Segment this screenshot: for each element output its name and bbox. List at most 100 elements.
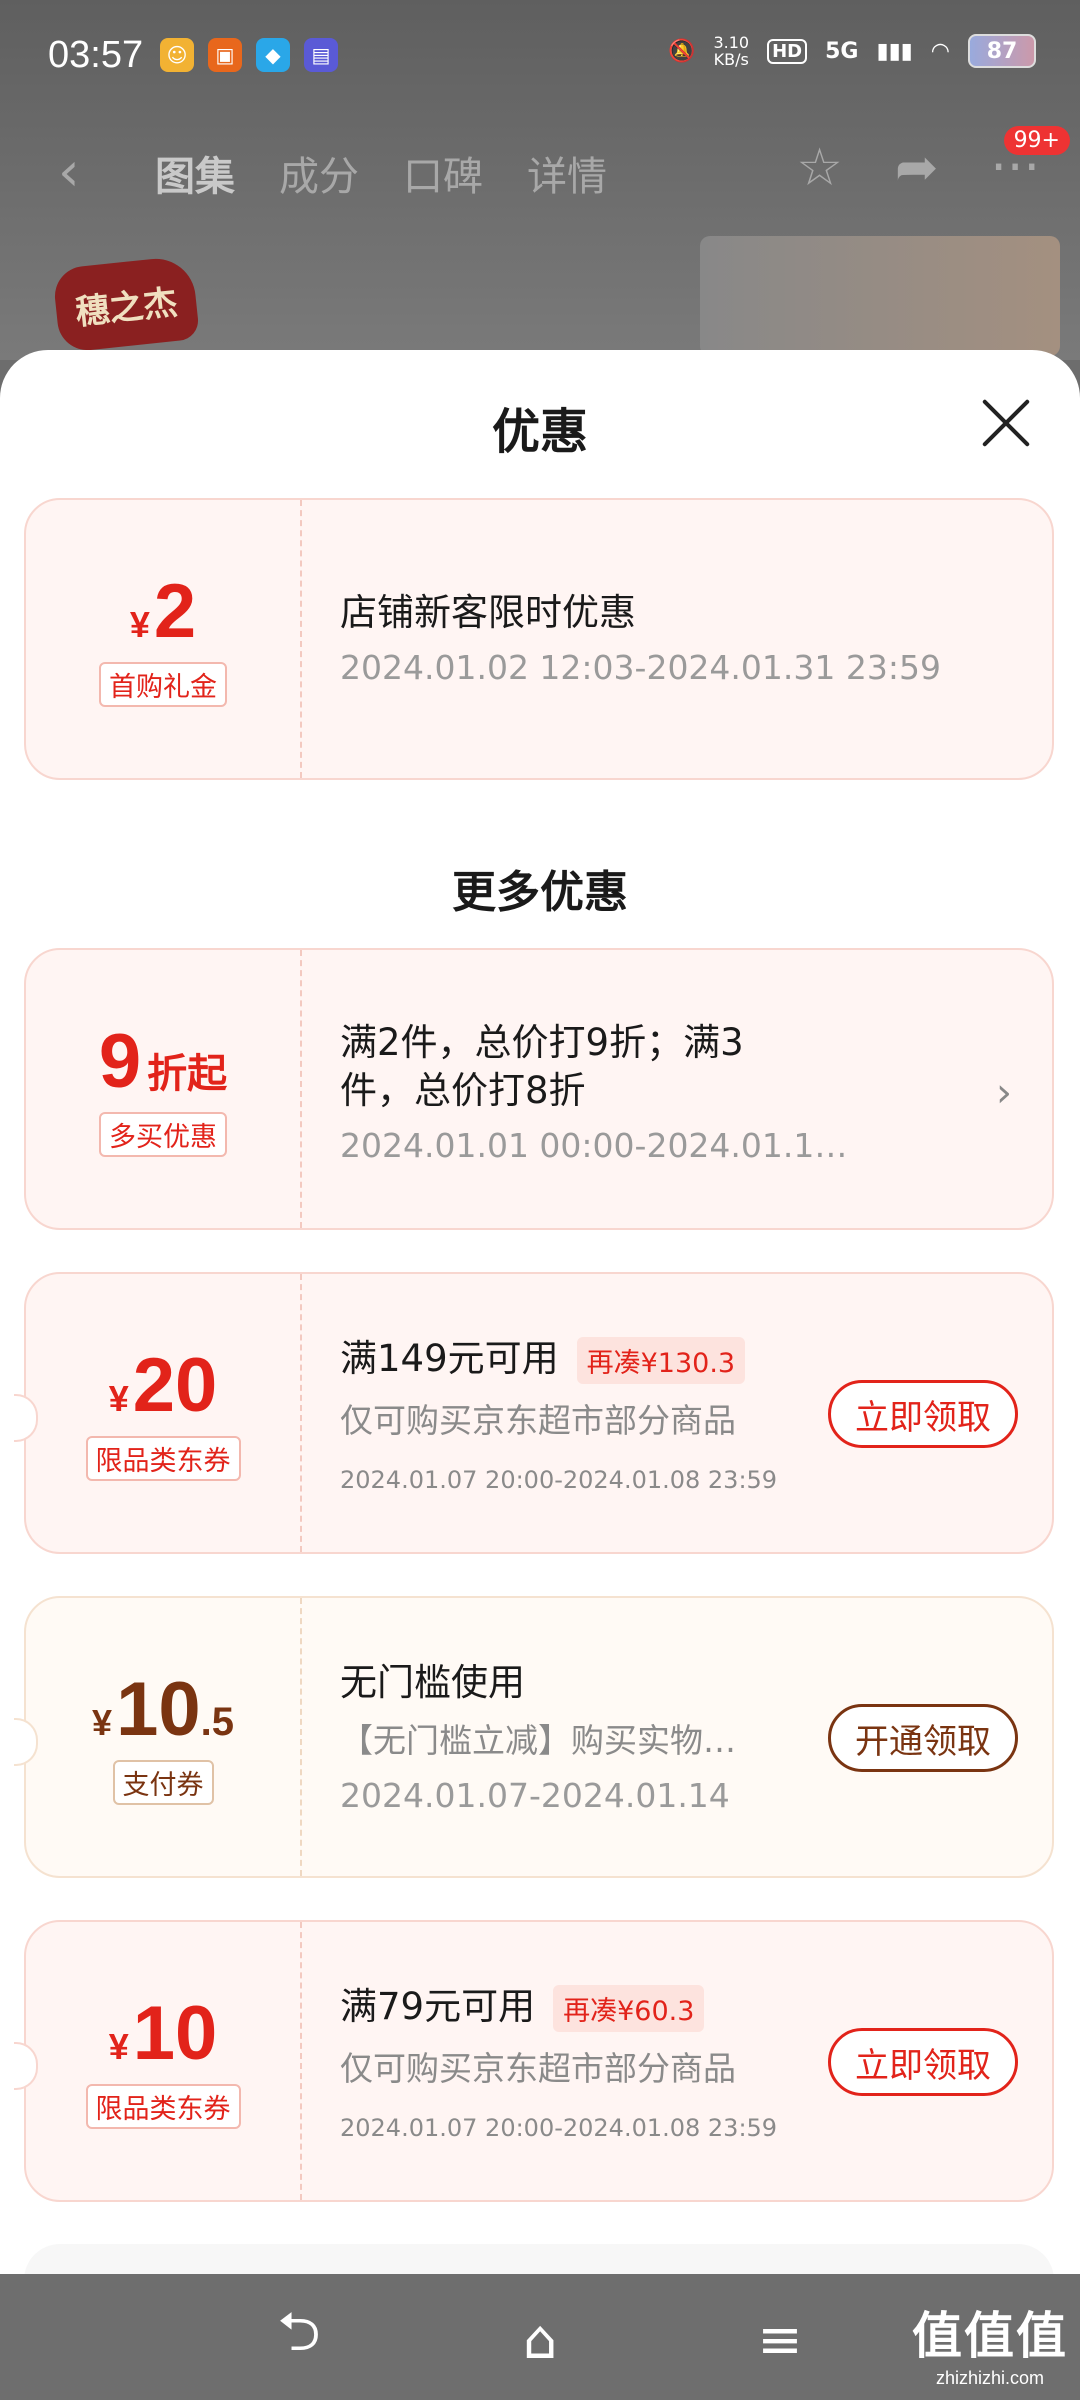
claim-button[interactable]: 立即领取	[828, 2028, 1018, 2096]
coupon-subtitle: 仅可购买京东超市部分商品	[340, 2049, 736, 2088]
coupon-value: ¥ 20 限品类东券	[26, 1274, 300, 1552]
system-menu-icon[interactable]: ≡	[745, 2304, 815, 2374]
app-notification-icon: ☺	[160, 38, 194, 72]
coupon-title-row: 满149元可用 再凑¥130.3	[340, 1328, 746, 1384]
coupon-value: ¥ 10 限品类东券	[26, 1922, 300, 2200]
yen-symbol: ¥	[129, 603, 150, 645]
network-speed-value: 3.10	[713, 33, 750, 52]
product-tabs: 图集 成分 口碑 详情	[155, 144, 607, 202]
qq-icon: ◆	[256, 38, 290, 72]
wifi-icon: ◠	[930, 38, 950, 64]
activate-claim-button[interactable]: 开通领取	[828, 1704, 1018, 1772]
coupon-title: 店铺新客限时优惠	[340, 591, 636, 634]
coupon-subtitle: 仅可购买京东超市部分商品	[340, 1401, 736, 1440]
coupon-card: ¥ 10 限品类东券 满79元可用 再凑¥60.3 仅可购买京东超市部分商品 20…	[14, 1920, 1054, 2202]
favorite-star-icon[interactable]: ☆	[796, 138, 843, 198]
coupon-type-tag: 首购礼金	[99, 661, 227, 707]
coupon-divider	[300, 1598, 302, 1876]
tab-gallery[interactable]: 图集	[155, 144, 235, 202]
coupon-title: 满79元可用	[340, 1985, 536, 2028]
coupon-type-tag: 限品类东券	[85, 1435, 241, 1481]
brand-logo: 穗之杰	[51, 254, 201, 354]
status-indicators: 🔕 3.10 KB/s HD 5G ▮▮▮ ◠ 87	[668, 34, 1036, 68]
coupon-date: 2024.01.07-2024.01.14	[340, 1776, 730, 1815]
coupon-amount: 9 折起	[98, 1018, 228, 1104]
chevron-right-icon[interactable]: ›	[996, 1070, 1012, 1116]
coupon-title-row: 满79元可用 再凑¥60.3	[340, 1976, 705, 2032]
amount-number: 2	[153, 568, 197, 654]
signal-bars-icon: ▮▮▮	[876, 38, 913, 64]
amount-number: 10	[132, 1990, 218, 2076]
close-button[interactable]	[978, 396, 1032, 450]
coupon-type-tag: 支付券	[112, 1759, 214, 1805]
coupon-type-tag: 限品类东券	[85, 2083, 241, 2129]
coupon-value: 9 折起 多买优惠	[26, 950, 300, 1228]
coupon-title-line1: 满2件，总价打9折；满3	[340, 1021, 744, 1064]
amount-number: 9	[98, 1018, 142, 1104]
coupon-value: ¥ 10 .5 支付券	[26, 1598, 300, 1876]
coupon-amount: ¥ 20	[108, 1342, 218, 1428]
coupon-card: ¥ 10 .5 支付券 无门槛使用 【无门槛立减】购买实物… 2024.01.0…	[14, 1596, 1054, 1878]
sheet-title: 优惠	[491, 404, 588, 460]
discount-sheet: 优惠 ¥ 2 首购礼金 店铺新客限时优惠 2024.01.02 12:03-20…	[0, 350, 1080, 2274]
coupon-value: ¥ 2 首购礼金	[26, 500, 300, 778]
claim-button[interactable]: 立即领取	[828, 1380, 1018, 1448]
system-nav-bar: ⮌ ⌂ ≡ 值值值 zhizhizhi.com	[0, 2274, 1080, 2400]
coupon-amount: ¥ 2	[129, 568, 197, 654]
yen-symbol: ¥	[108, 2025, 129, 2067]
notification-icons: ☺ ▣ ◆ ▤	[160, 38, 338, 72]
coupon-info: 满2件，总价打9折；满3 件，总价打8折 2024.01.01 00:00-20…	[340, 950, 1052, 1228]
next-coupon-card-partial	[24, 2244, 1054, 2274]
watermark: 值值值 zhizhizhi.com	[912, 2296, 1068, 2389]
coupon-date: 2024.01.07 20:00-2024.01.08 23:59	[340, 1466, 778, 1494]
amount-number: 20	[132, 1342, 218, 1428]
coupon-divider	[300, 500, 302, 778]
status-bar: 03:57 ☺ ▣ ◆ ▤ 🔕 3.10 KB/s HD 5G ▮▮▮ ◠ 87	[0, 0, 1080, 110]
more-badge: 99+	[1003, 126, 1070, 155]
tab-reviews[interactable]: 口碑	[403, 144, 483, 202]
coupon-date: 2024.01.01 00:00-2024.01.1…	[340, 1126, 848, 1165]
coupon-title: 满149元可用	[340, 1337, 559, 1380]
coupon-subtitle: 【无门槛立减】购买实物…	[340, 1721, 736, 1760]
back-arrow-icon[interactable]: ‹	[58, 140, 80, 203]
network-speed-unit: KB/s	[713, 50, 749, 69]
coupon-divider	[300, 950, 302, 1228]
coupon-type-tag: 多买优惠	[99, 1111, 227, 1157]
coupon-card: ¥ 20 限品类东券 满149元可用 再凑¥130.3 仅可购买京东超市部分商品 …	[14, 1272, 1054, 1554]
hd-icon: HD	[767, 38, 808, 64]
mute-bell-icon: 🔕	[668, 38, 696, 64]
coupon-divider	[300, 1922, 302, 2200]
amount-decimal: .5	[200, 1699, 234, 1744]
tab-ingredients[interactable]: 成分	[279, 144, 359, 202]
coupon-date: 2024.01.02 12:03-2024.01.31 23:59	[340, 648, 941, 687]
coupon-card: ¥ 2 首购礼金 店铺新客限时优惠 2024.01.02 12:03-2024.…	[24, 498, 1054, 780]
coupon-title: 无门槛使用	[340, 1661, 525, 1704]
watermark-url: zhizhizhi.com	[935, 2368, 1045, 2388]
coupon-divider	[300, 1274, 302, 1552]
product-nav-bar: ‹ 图集 成分 口碑 详情 ☆ ➦ ··· 99+	[0, 126, 1080, 210]
more-discounts-title: 更多优惠	[452, 867, 628, 918]
system-back-icon[interactable]: ⮌	[264, 2300, 334, 2374]
remaining-amount-tag: 再凑¥130.3	[576, 1337, 746, 1384]
tieba-icon: ▤	[304, 38, 338, 72]
share-icon[interactable]: ➦	[895, 138, 939, 198]
status-time: 03:57	[48, 34, 144, 76]
tab-details[interactable]: 详情	[527, 144, 607, 202]
battery-icon: 87	[968, 34, 1036, 68]
coupon-amount: ¥ 10 .5	[92, 1669, 234, 1750]
coupon-date: 2024.01.07 20:00-2024.01.08 23:59	[340, 2114, 778, 2142]
amount-suffix: 折起	[147, 1050, 228, 1097]
app-notification-icon: ▣	[208, 38, 242, 72]
signal-5g-icon: 5G	[825, 38, 859, 64]
watermark-logo: 值值值	[912, 2307, 1068, 2365]
network-speed: 3.10 KB/s	[713, 34, 749, 68]
system-home-icon[interactable]: ⌂	[505, 2304, 575, 2374]
coupon-card[interactable]: 9 折起 多买优惠 满2件，总价打9折；满3 件，总价打8折 2024.01.0…	[24, 948, 1054, 1230]
coupon-amount: ¥ 10	[108, 1990, 218, 2076]
yen-symbol: ¥	[92, 1701, 113, 1743]
remaining-amount-tag: 再凑¥60.3	[553, 1985, 705, 2032]
product-image	[700, 236, 1060, 356]
nav-actions: ☆ ➦ ···	[796, 138, 1040, 198]
yen-symbol: ¥	[108, 1377, 129, 1419]
coupon-title-line2: 件，总价打8折	[340, 1069, 586, 1112]
